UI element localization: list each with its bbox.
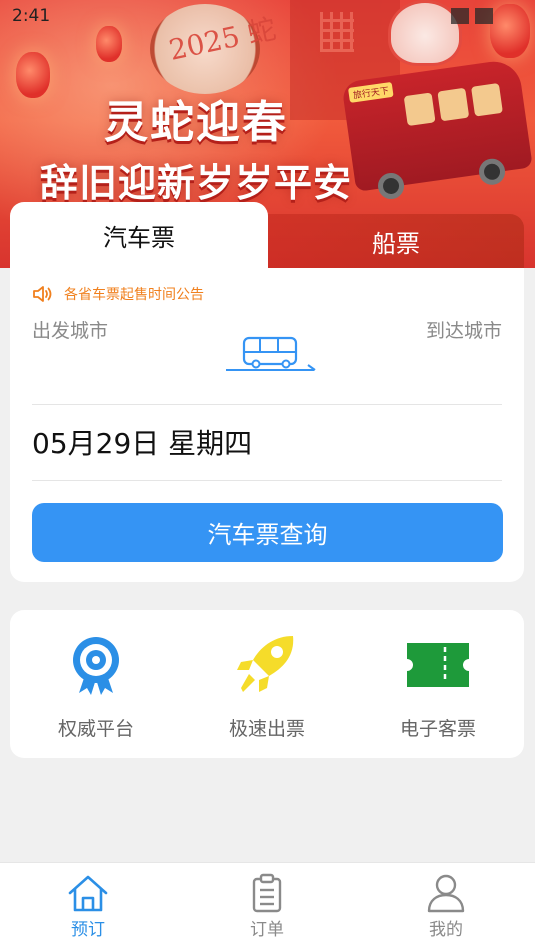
battery-icon bbox=[475, 8, 493, 24]
divider bbox=[32, 480, 502, 481]
status-icons bbox=[451, 8, 493, 24]
tab-bus-ticket[interactable]: 汽车票 bbox=[10, 202, 268, 268]
lantern-icon bbox=[16, 52, 50, 98]
departure-date[interactable]: 05月29日 星期四 bbox=[32, 422, 252, 462]
rocket-icon bbox=[237, 636, 294, 692]
speaker-icon bbox=[33, 286, 52, 302]
ticket-type-tabs: 汽车票 船票 bbox=[10, 202, 524, 268]
bus-sign: 旅行天下 bbox=[347, 81, 394, 103]
home-icon bbox=[68, 875, 108, 912]
signal-icon bbox=[451, 8, 469, 24]
banner-headline: 灵蛇迎春 bbox=[104, 97, 288, 148]
bottom-navigation: 预订 订单 我的 bbox=[0, 862, 535, 951]
lantern-icon bbox=[490, 4, 530, 58]
booking-card: 各省车票起售时间公告 出发城市 到达城市 05月29日 星期四 汽车票查询 bbox=[10, 268, 524, 582]
bus-wheel bbox=[376, 171, 406, 201]
notice-text: 各省车票起售时间公告 bbox=[64, 287, 204, 303]
ticket-icon bbox=[407, 643, 469, 687]
clipboard-icon bbox=[252, 873, 282, 913]
arrival-city-field[interactable]: 到达城市 bbox=[426, 316, 502, 343]
user-icon bbox=[427, 874, 465, 913]
feature-fast-ticketing: 极速出票 bbox=[181, 632, 353, 741]
feature-authoritative-platform: 权威平台 bbox=[10, 632, 182, 741]
bus-swap-icon[interactable] bbox=[224, 334, 318, 374]
divider bbox=[32, 404, 502, 405]
award-badge-icon bbox=[73, 637, 119, 695]
sale-time-notice[interactable]: 各省车票起售时间公告 bbox=[32, 284, 204, 304]
bus-wheel bbox=[477, 157, 507, 187]
feature-label: 权威平台 bbox=[57, 718, 134, 740]
features-card: 权威平台 极速出票 电子客票 bbox=[10, 610, 524, 758]
departure-city-field[interactable]: 出发城市 bbox=[32, 316, 108, 343]
bus-illustration: 旅行天下 bbox=[341, 58, 533, 201]
search-bus-ticket-button[interactable]: 汽车票查询 bbox=[32, 503, 503, 562]
nav-item-profile[interactable]: 我的 bbox=[396, 873, 496, 940]
tab-ferry-ticket[interactable]: 船票 bbox=[268, 214, 524, 268]
bus-window bbox=[403, 92, 436, 127]
lantern-icon bbox=[96, 26, 122, 62]
feature-label: 极速出票 bbox=[228, 718, 305, 740]
nav-label: 我的 bbox=[429, 920, 463, 940]
status-time: 2:41 bbox=[12, 6, 51, 26]
feature-label: 电子客票 bbox=[399, 718, 476, 740]
nav-item-booking[interactable]: 预订 bbox=[38, 873, 138, 940]
nav-label: 预订 bbox=[71, 920, 105, 940]
feature-e-ticket: 电子客票 bbox=[352, 632, 524, 741]
bus-window bbox=[471, 82, 503, 117]
nav-item-orders[interactable]: 订单 bbox=[217, 873, 317, 940]
bus-window bbox=[437, 87, 470, 122]
nav-label: 订单 bbox=[250, 920, 284, 940]
banner-subheadline: 辞旧迎新岁岁平安 bbox=[40, 160, 353, 205]
